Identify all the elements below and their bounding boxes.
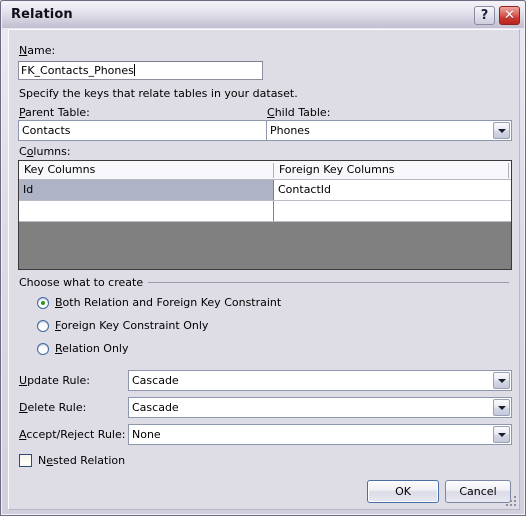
child-table-label: Child Table: <box>267 106 331 119</box>
table-row[interactable]: Id ContactId <box>19 180 511 201</box>
create-group-label: Choose what to create <box>19 276 149 289</box>
grid-cell-key-column[interactable] <box>19 201 273 221</box>
accept-reject-rule-value: None <box>132 428 161 441</box>
update-rule-label: Update Rule: <box>19 374 90 387</box>
delete-rule-select[interactable]: Cascade <box>128 397 512 418</box>
title-bar[interactable]: Relation ? ✕ <box>2 2 524 28</box>
accept-reject-rule-label: Accept/Reject Rule: <box>19 428 126 441</box>
update-rule-select[interactable]: Cascade <box>128 370 512 391</box>
update-rule-value: Cascade <box>132 374 179 387</box>
grid-header-key-columns: Key Columns <box>24 163 96 176</box>
cancel-button[interactable]: Cancel <box>445 480 511 503</box>
radio-icon[interactable] <box>37 343 49 355</box>
accept-reject-rule-select[interactable]: None <box>128 424 512 445</box>
child-table-value: Phones <box>270 124 310 137</box>
chevron-down-icon[interactable] <box>493 426 510 443</box>
parent-table-select[interactable]: Contacts <box>18 120 293 141</box>
chevron-down-icon[interactable] <box>493 372 510 389</box>
window-title: Relation <box>11 7 73 22</box>
chevron-down-icon[interactable] <box>493 122 510 139</box>
dialog-client-area: Name: FK_Contacts_Phones Specify the key… <box>8 29 520 510</box>
grid-cell-foreign-key-column[interactable] <box>274 201 511 221</box>
columns-label: Columns: <box>19 145 71 158</box>
chevron-down-icon[interactable] <box>493 399 510 416</box>
help-button[interactable]: ? <box>474 6 495 25</box>
grid-cell-foreign-key-column[interactable]: ContactId <box>274 180 511 200</box>
parent-table-label: Parent Table: <box>19 106 90 119</box>
child-table-select[interactable]: Phones <box>266 120 512 141</box>
close-icon: ✕ <box>504 8 515 23</box>
name-input[interactable]: FK_Contacts_Phones <box>18 61 263 80</box>
checkbox-icon[interactable] <box>19 454 32 467</box>
radio-icon[interactable] <box>37 320 49 332</box>
table-row[interactable] <box>19 201 511 222</box>
parent-table-value: Contacts <box>22 124 71 137</box>
ok-button[interactable]: OK <box>367 480 439 503</box>
close-button[interactable]: ✕ <box>499 6 520 25</box>
grid-header-divider-end[interactable] <box>508 163 509 178</box>
name-label: Name: <box>19 44 56 57</box>
name-input-value: FK_Contacts_Phones <box>21 64 134 77</box>
grid-cell-key-column[interactable]: Id <box>19 180 273 200</box>
delete-rule-label: Delete Rule: <box>19 401 87 414</box>
radio-icon-selected[interactable] <box>37 297 49 309</box>
nested-relation-label: Nested Relation <box>38 454 126 467</box>
grid-header-row: Key Columns Foreign Key Columns <box>19 161 511 180</box>
delete-rule-value: Cascade <box>132 401 179 414</box>
radio-label: Both Relation and Foreign Key Constraint <box>55 296 282 309</box>
relation-dialog: Relation ? ✕ Name: FK_Contacts_Phones Sp… <box>0 0 526 516</box>
grid-header-foreign-key-columns: Foreign Key Columns <box>279 163 395 176</box>
radio-label: Relation Only <box>55 342 129 355</box>
description-text: Specify the keys that relate tables in y… <box>19 87 298 100</box>
resize-grip[interactable] <box>504 494 516 506</box>
question-mark-icon: ? <box>480 8 489 23</box>
grid-header-divider[interactable] <box>273 163 274 178</box>
columns-grid[interactable]: Key Columns Foreign Key Columns Id Conta… <box>18 160 512 270</box>
radio-label: Foreign Key Constraint Only <box>55 319 209 332</box>
group-separator <box>145 282 509 283</box>
text-caret <box>133 64 135 76</box>
